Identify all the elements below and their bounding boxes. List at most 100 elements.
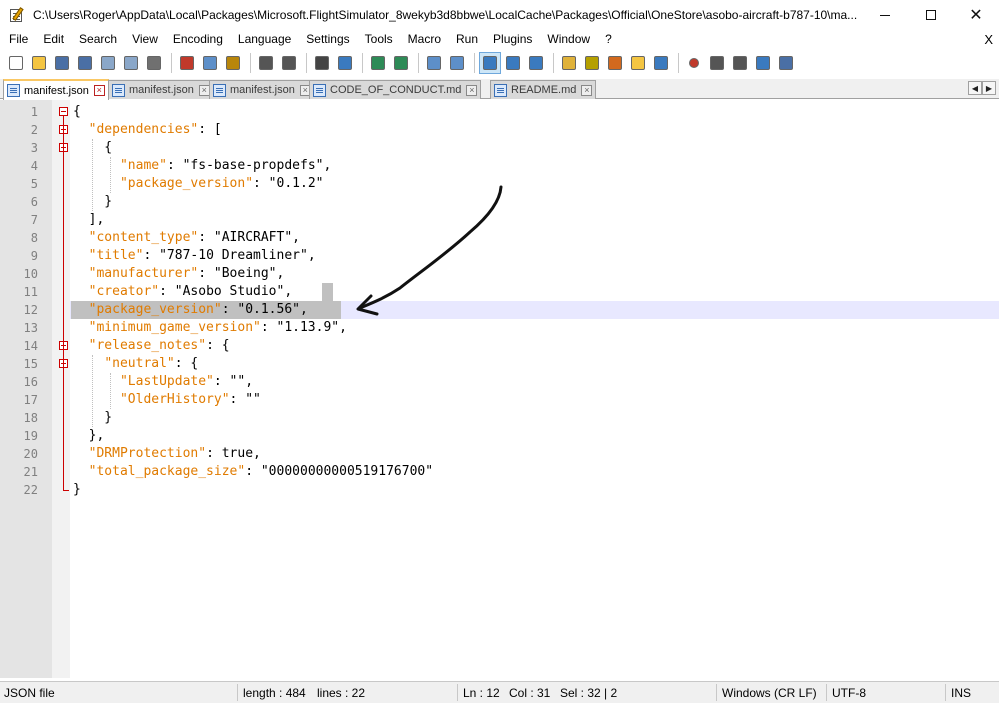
find-button[interactable] [312, 53, 332, 73]
status-encoding[interactable]: UTF-8 [828, 682, 866, 703]
cut-button[interactable] [177, 53, 197, 73]
menu-edit[interactable]: Edit [35, 30, 71, 49]
fold-toggle-icon[interactable] [59, 107, 68, 116]
monitoring-button[interactable] [651, 53, 671, 73]
word-wrap-button[interactable] [479, 52, 501, 74]
json-token: : "AIRCRAFT", [198, 230, 300, 245]
tab-close-icon[interactable]: × [581, 84, 593, 96]
file-icon [213, 83, 226, 97]
toolbar-separator [553, 53, 554, 73]
close-button[interactable] [98, 53, 118, 73]
menu-file[interactable]: File [0, 30, 35, 49]
undo-button[interactable] [256, 53, 276, 73]
function-list-button[interactable] [605, 53, 625, 73]
close-window-button[interactable]: ✕ [953, 0, 999, 30]
json-key: "package_version" [119, 176, 254, 191]
save-macro-icon [779, 56, 793, 70]
code-line: "name": "fs-base-propdefs", [73, 157, 331, 175]
replace-button[interactable] [335, 53, 355, 73]
tab-manifest-json[interactable]: manifest.json × [209, 80, 315, 99]
menu-window[interactable]: Window [539, 30, 597, 49]
menu-language[interactable]: Language [230, 30, 298, 49]
tab-scroll-right-icon[interactable]: ▶ [982, 81, 996, 95]
record-macro-button[interactable] [684, 53, 704, 73]
menu-tools[interactable]: Tools [357, 30, 400, 49]
code-line: "OlderHistory": "" [73, 391, 261, 409]
line-number: 20 [23, 447, 38, 461]
stop-macro-button[interactable] [707, 53, 727, 73]
udl-button[interactable] [559, 53, 579, 73]
tab-scroll-left-icon[interactable]: ◀ [968, 81, 982, 95]
json-token: : { [174, 356, 199, 371]
show-all-chars-button[interactable] [503, 53, 523, 73]
tab-code-of-conduct-md[interactable]: CODE_OF_CONDUCT.md × [309, 80, 482, 99]
maximize-button[interactable] [908, 0, 954, 30]
zoom-in-button[interactable] [368, 53, 388, 73]
menu-settings[interactable]: Settings [298, 30, 356, 49]
fold-margin[interactable] [52, 100, 70, 678]
file-icon [313, 83, 326, 97]
close-all-button[interactable] [121, 53, 141, 73]
menu-search[interactable]: Search [71, 30, 124, 49]
json-token: : "0.1.56", [221, 302, 308, 317]
json-key: "minimum_game_version" [88, 320, 261, 335]
menu-view[interactable]: View [124, 30, 165, 49]
tab-label: manifest.json [24, 84, 89, 97]
json-key: "release_notes" [88, 338, 207, 353]
status-eol[interactable]: Windows (CR LF) [718, 682, 817, 703]
redo-button[interactable] [279, 53, 299, 73]
status-file-type: JSON file [4, 686, 55, 700]
line-number: 10 [23, 267, 38, 281]
tab-manifest-json[interactable]: manifest.json × [108, 80, 214, 99]
folder-as-workspace-button[interactable] [628, 53, 648, 73]
sync-horizontal-button[interactable] [447, 53, 467, 73]
play-macro-multiple-icon [756, 56, 770, 70]
line-number: 8 [30, 231, 38, 245]
save-icon [55, 56, 69, 70]
sync-vertical-button[interactable] [424, 53, 444, 73]
editor[interactable]: { "dependencies": [ { "name": "fs-base-p… [0, 100, 999, 678]
tab-close-icon[interactable]: × [466, 84, 478, 96]
menu-plugins[interactable]: Plugins [485, 30, 539, 49]
indent-guide-button[interactable] [526, 53, 546, 73]
print-button[interactable] [144, 53, 164, 73]
close-document-button[interactable]: X [984, 30, 993, 49]
tab-readme-md[interactable]: README.md × [490, 80, 597, 99]
code-line: "total_package_size": "00000000000519176… [73, 463, 433, 481]
tab-close-icon[interactable]: × [93, 85, 105, 96]
toolbar-separator [171, 53, 172, 73]
open-file-button[interactable] [29, 53, 49, 73]
code-line: } [73, 481, 81, 499]
json-token: : { [206, 338, 230, 353]
menu-macro[interactable]: Macro [400, 30, 448, 49]
copy-button[interactable] [200, 53, 220, 73]
save-all-button[interactable] [75, 53, 95, 73]
code-area[interactable]: { "dependencies": [ { "name": "fs-base-p… [70, 100, 999, 678]
zoom-out-icon [394, 56, 408, 70]
menu-help[interactable]: ? [597, 30, 619, 49]
status-insert-mode[interactable]: INS [947, 682, 971, 703]
menu-run[interactable]: Run [448, 30, 485, 49]
zoom-out-button[interactable] [391, 53, 411, 73]
stop-macro-icon [710, 56, 724, 70]
menu-encoding[interactable]: Encoding [165, 30, 230, 49]
save-macro-button[interactable] [776, 53, 796, 73]
cut-icon [180, 56, 194, 70]
toolbar-separator [250, 53, 251, 73]
doc-map-button[interactable] [582, 53, 602, 73]
json-key: "neutral" [104, 356, 175, 371]
indent-guide [92, 139, 93, 211]
new-file-button[interactable] [6, 53, 26, 73]
play-macro-button[interactable] [730, 53, 750, 73]
toolbar-separator [678, 53, 679, 73]
folder-as-workspace-icon [631, 56, 645, 70]
minimize-button[interactable] [862, 0, 908, 30]
line-number: 11 [23, 285, 38, 299]
paste-button[interactable] [223, 53, 243, 73]
tab-manifest-json[interactable]: manifest.json × [3, 79, 109, 100]
save-button[interactable] [52, 53, 72, 73]
play-macro-multiple-button[interactable] [753, 53, 773, 73]
json-token: ], [73, 212, 105, 227]
